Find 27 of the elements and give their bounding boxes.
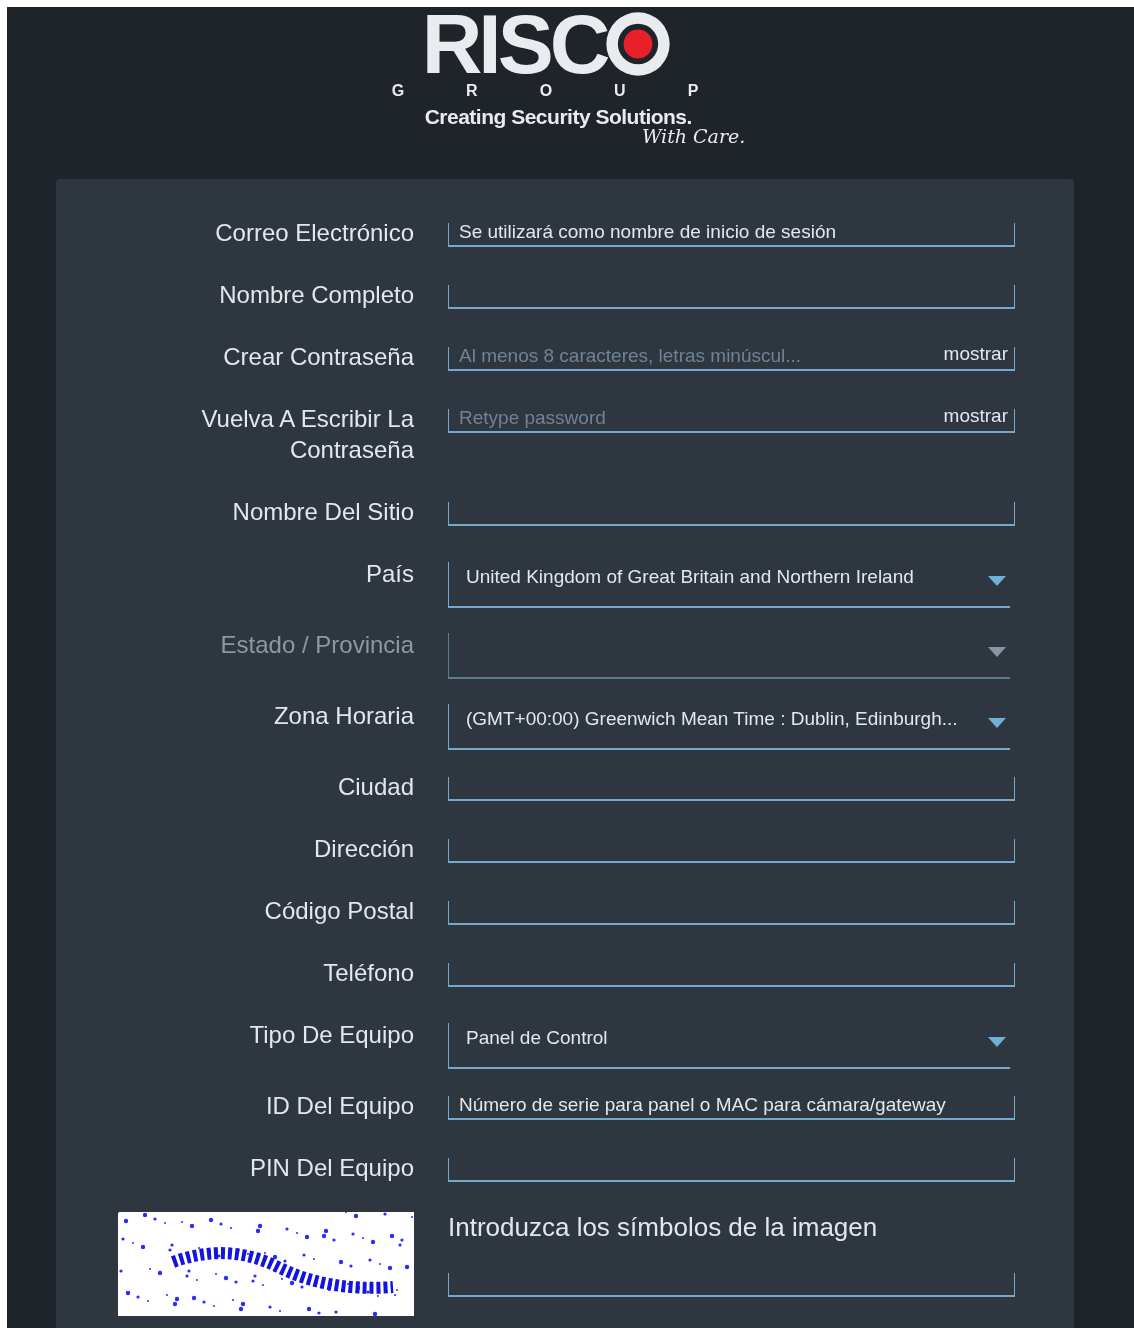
field-label: PIN Del Equipo	[248, 1153, 414, 1183]
dropdown-field[interactable]: (GMT+00:00) Greenwich Mean Time : Dublin, Edinburgh...	[448, 704, 1010, 750]
field-label: ID Del Equipo	[264, 1091, 414, 1121]
captcha-prompt: Introduzca los símbolos de la imagen	[448, 1212, 879, 1243]
logo-wordmark: RISC	[421, 7, 607, 81]
field-label: Correo Electrónico	[214, 218, 414, 248]
password-input[interactable]: Retype password	[459, 407, 944, 429]
field-label: Crear Contraseña	[222, 342, 414, 372]
password-field[interactable]: Al menos 8 caracteres, letras minúscul... mostrar	[448, 347, 1015, 371]
field-label: Tipo De Equipo	[248, 1020, 414, 1050]
dropdown-field[interactable]: Panel de Control	[448, 1023, 1010, 1069]
field-label: Nombre Completo	[218, 280, 414, 310]
password-field[interactable]: Retype password mostrar	[448, 409, 1015, 433]
field-label: Nombre Del Sitio	[231, 497, 414, 527]
password-input[interactable]: Al menos 8 caracteres, letras minúscul...	[459, 345, 944, 367]
logo-group-text: GROUP	[391, 81, 761, 101]
field-label: Zona Horaria	[272, 701, 414, 731]
field-label: Código Postal	[263, 896, 414, 926]
input-field[interactable]: Se utilizará como nombre de inicio de sesión	[448, 223, 1015, 247]
field-label: Ciudad	[336, 772, 414, 802]
field-label: Dirección	[312, 834, 414, 864]
field-label: Vuelva A Escribir La Contraseña	[200, 404, 414, 465]
input-field[interactable]: Número de serie para panel o MAC para cámara/gateway	[448, 1096, 1015, 1120]
dropdown-field[interactable]: United Kingdom of Great Britain and Northern Ireland	[448, 562, 1010, 608]
field-label: Teléfono	[322, 958, 414, 988]
field-label: País	[364, 559, 414, 589]
field-label: Estado / Provincia	[219, 630, 414, 660]
